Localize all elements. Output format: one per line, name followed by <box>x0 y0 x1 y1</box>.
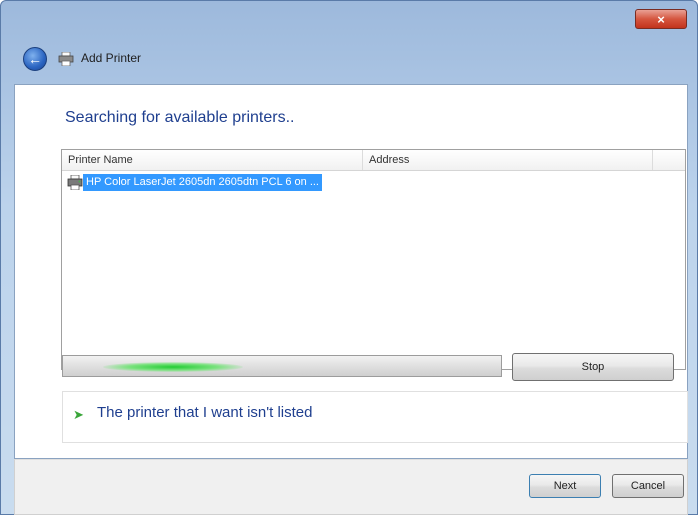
printer-row[interactable]: HP Color LaserJet 2605dn 2605dtn PCL 6 o… <box>67 174 322 191</box>
printer-name-cell: HP Color LaserJet 2605dn 2605dtn PCL 6 o… <box>83 174 322 191</box>
printer-list[interactable]: Printer Name Address HP Color LaserJet 2… <box>61 149 686 370</box>
printer-not-listed-box: ➤ The printer that I want isn't listed <box>62 391 688 443</box>
back-arrow-icon: ← <box>28 51 42 67</box>
page-heading: Searching for available printers.. <box>65 109 295 126</box>
wizard-footer: Next Cancel <box>14 459 688 515</box>
printer-icon <box>67 175 83 190</box>
add-printer-window: × ← Add Printer Searching for available … <box>0 0 698 515</box>
column-header-printer-name[interactable]: Printer Name <box>62 150 363 170</box>
next-button[interactable]: Next <box>529 474 601 498</box>
progress-glow <box>103 362 243 372</box>
close-button[interactable]: × <box>635 9 687 29</box>
list-header: Printer Name Address <box>62 150 685 171</box>
cancel-button[interactable]: Cancel <box>612 474 684 498</box>
back-button[interactable]: ← <box>23 47 47 71</box>
close-icon: × <box>657 11 665 27</box>
window-title: Add Printer <box>81 51 142 65</box>
green-arrow-icon: ➤ <box>73 407 84 422</box>
column-header-address[interactable]: Address <box>363 150 653 170</box>
printer-icon <box>58 52 74 66</box>
wizard-content: Searching for available printers.. Print… <box>14 84 688 459</box>
stop-button[interactable]: Stop <box>512 353 674 381</box>
printer-not-listed-link[interactable]: The printer that I want isn't listed <box>97 404 312 421</box>
search-progress-bar <box>62 355 502 377</box>
